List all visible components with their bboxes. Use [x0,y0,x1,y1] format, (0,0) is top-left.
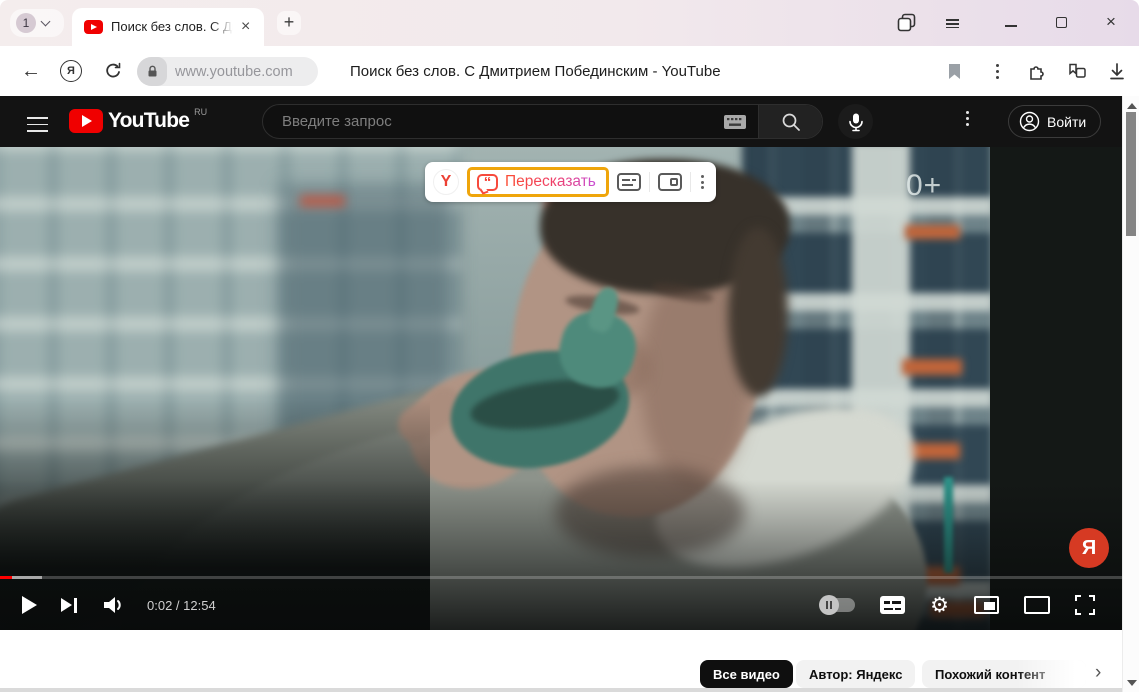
autoplay-toggle[interactable] [821,598,855,612]
chip-all-videos[interactable]: Все видео [700,660,793,688]
retell-button[interactable]: “ Пересказать [467,167,609,197]
chip-related[interactable]: Похожий контент [922,660,1086,688]
close-window-button[interactable]: × [1098,10,1124,34]
voice-search-button[interactable] [838,104,873,139]
search-input[interactable] [282,113,724,130]
active-tab[interactable]: Поиск без слов. С Дми × [72,8,264,46]
yandex-home-button[interactable]: Я [57,46,85,96]
video-player[interactable]: Y “ Пересказать 0+ Я [0,147,1122,630]
guide-menu-icon[interactable] [27,113,48,136]
scroll-down-icon[interactable] [1127,680,1137,686]
tab-bar: 1 Поиск без слов. С Дми × + × [0,0,1139,46]
youtube-favicon-icon [84,20,103,34]
autoplay-knob [819,595,839,615]
volume-button[interactable] [101,594,125,616]
toolbar-more-icon[interactable] [699,175,706,189]
side-panel-icon[interactable] [894,10,920,34]
back-button[interactable]: ← [18,46,44,96]
youtube-logo[interactable]: YouTube RU [69,109,207,133]
scrollbar-thumb[interactable] [1126,112,1136,236]
miniplayer-button[interactable] [974,596,999,614]
yandex-browser-icon[interactable]: Y [433,169,459,195]
keyboard-icon[interactable] [724,115,746,129]
yandex-assistant-badge[interactable]: Я [1069,528,1109,568]
yandex-video-toolbar: Y “ Пересказать [425,162,716,202]
youtube-more-icon[interactable] [966,111,969,126]
progress-played [0,576,12,579]
url-text: www.youtube.com [175,64,293,80]
scroll-up-icon[interactable] [1127,103,1137,109]
tab-close-icon[interactable]: × [241,19,250,35]
youtube-play-icon [69,109,103,133]
horizontal-scrollbar[interactable] [0,688,1122,692]
tab-group-counter[interactable]: 1 [10,9,64,37]
search-button[interactable] [758,105,822,138]
quote-bubble-icon: “ [477,174,498,191]
extensions-icon[interactable] [1022,46,1052,96]
browser-window: 1 Поиск без слов. С Дми × + × ← Я [0,0,1139,692]
sign-in-button[interactable]: Войти [1008,105,1101,138]
chip-author[interactable]: Автор: Яндекс [796,660,915,688]
region-label: RU [194,107,207,117]
browser-menu-icon[interactable] [946,10,972,34]
next-button[interactable] [61,598,77,613]
search-bar [262,104,823,139]
address-more-icon[interactable] [985,46,1009,96]
theater-mode-button[interactable] [1024,596,1050,614]
settings-gear-icon[interactable]: ⚙ [930,595,949,616]
maximize-button[interactable] [1048,10,1074,34]
new-tab-button[interactable]: + [277,11,301,35]
below-player-area: Все видео Автор: Яндекс Похожий контент … [0,630,1122,692]
downloads-icon[interactable] [1102,46,1132,96]
play-button[interactable] [22,596,37,614]
bookmark-icon[interactable] [940,46,968,96]
subtitles-toolbar-icon[interactable] [617,173,641,191]
progress-buffered [12,576,42,579]
reload-button[interactable] [99,46,127,96]
retell-label: Пересказать [505,173,596,191]
url-bar[interactable]: www.youtube.com [137,57,318,86]
chips-next-icon[interactable]: › [1095,662,1101,684]
time-display: 0:02 / 12:54 [147,598,216,613]
chevron-down-icon[interactable] [41,17,51,27]
progress-bar[interactable] [0,576,1122,579]
minimize-button[interactable] [998,10,1024,34]
tab-count-badge: 1 [16,13,36,33]
collections-icon[interactable] [1062,46,1092,96]
lock-icon[interactable] [137,57,167,86]
pip-toolbar-icon[interactable] [658,173,682,191]
page-title: Поиск без слов. С Дмитрием Побединским -… [350,46,721,96]
fullscreen-button[interactable] [1075,595,1095,615]
subtitles-button[interactable] [880,596,905,614]
age-rating: 0+ [906,169,942,203]
youtube-header: YouTube RU [0,96,1122,147]
vertical-scrollbar[interactable] [1122,96,1139,692]
address-toolbar: ← Я www.youtube.com Поиск без слов. С Дм… [0,46,1139,96]
